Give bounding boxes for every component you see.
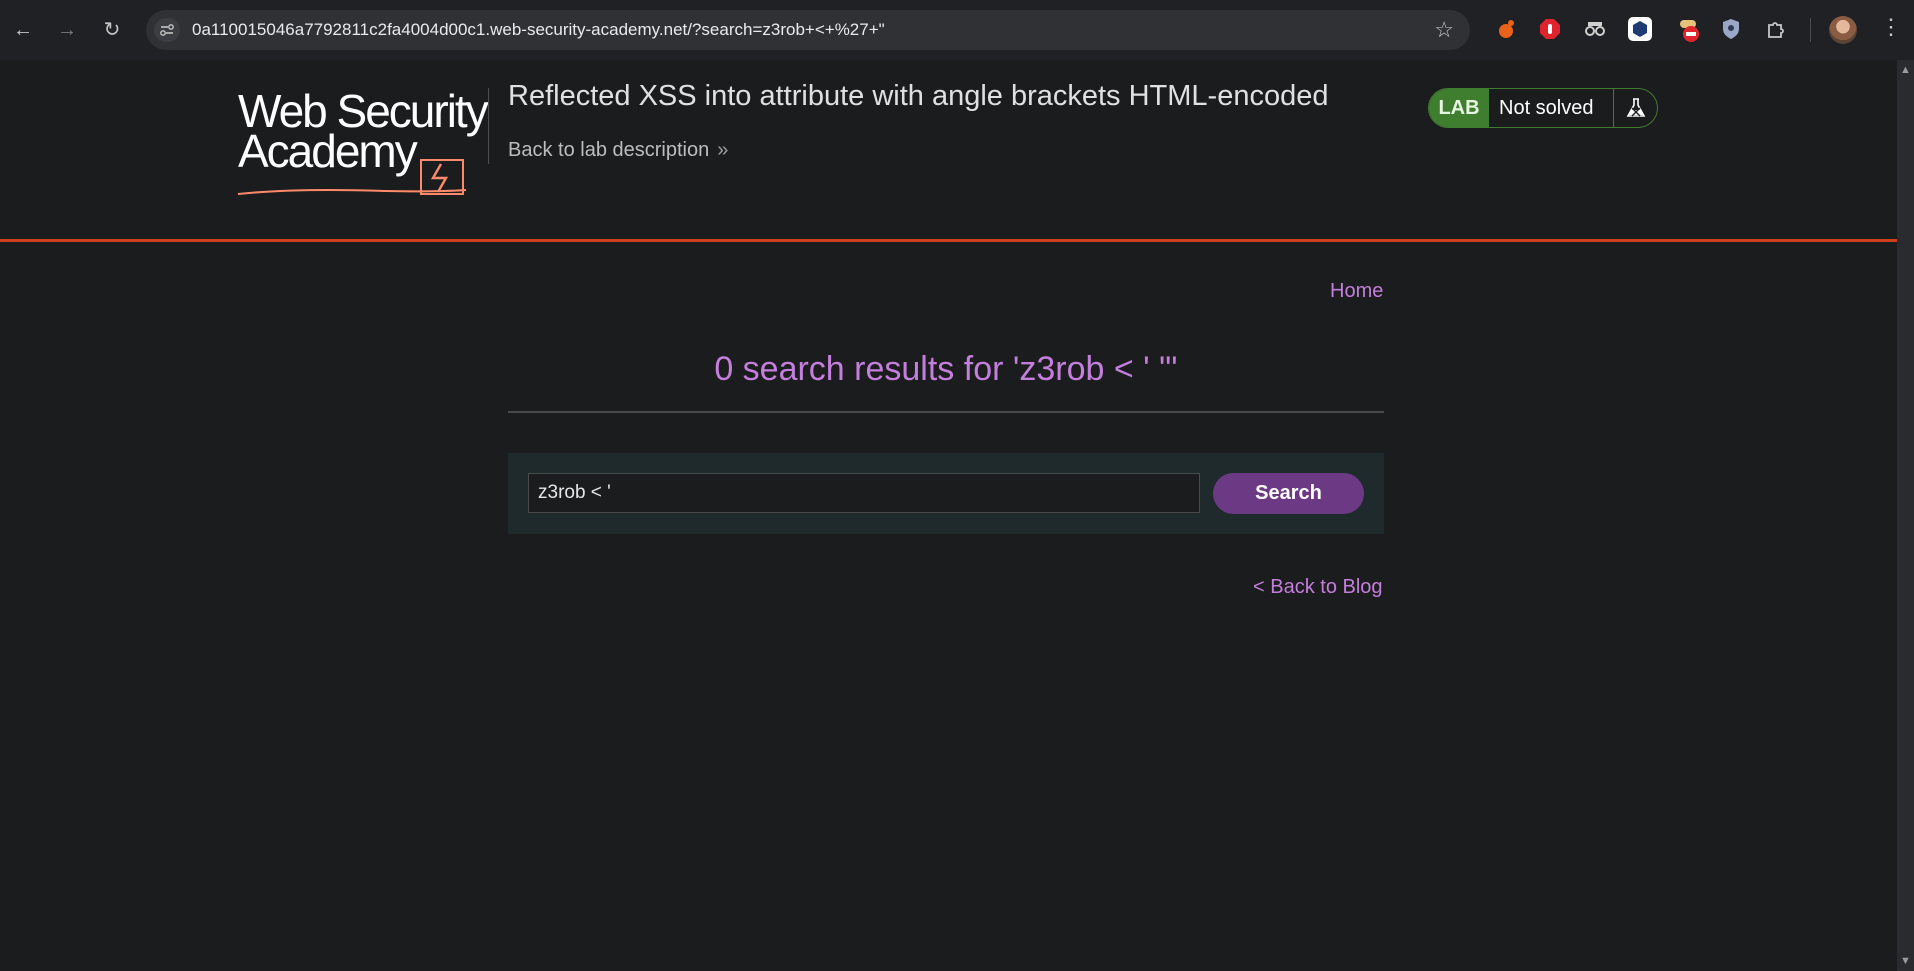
browser-toolbar: ← → ↻ 0a110015046a7792811c2fa4004d00c1.w… (0, 0, 1914, 61)
forward-arrow-icon[interactable]: → (54, 17, 80, 43)
extension-hat-icon[interactable] (1676, 17, 1700, 42)
reload-icon[interactable]: ↻ (99, 17, 125, 43)
toolbar-divider (1810, 18, 1811, 42)
logo-divider (488, 88, 489, 164)
address-bar[interactable]: 0a110015046a7792811c2fa4004d00c1.web-sec… (146, 10, 1470, 50)
search-input[interactable] (528, 473, 1200, 513)
search-form: Search (508, 453, 1384, 534)
profile-avatar[interactable] (1829, 16, 1857, 44)
web-security-academy-logo[interactable]: Web Security Academy (236, 84, 489, 200)
scroll-up-arrow-icon[interactable]: ▲ (1900, 64, 1911, 76)
extension-cube-icon[interactable] (1628, 17, 1652, 41)
heading-divider (508, 411, 1384, 413)
logo-bolt-icon (237, 159, 467, 195)
back-arrow-icon[interactable]: ← (10, 17, 36, 43)
back-to-blog-link[interactable]: < Back to Blog (1253, 576, 1383, 599)
extension-burp-icon[interactable] (1495, 17, 1519, 41)
lab-header: Web Security Academy Reflected XSS into … (0, 60, 1897, 242)
extensions-puzzle-icon[interactable] (1764, 17, 1788, 41)
lab-title: Reflected XSS into attribute with angle … (508, 80, 1329, 112)
site-info-icon[interactable] (154, 18, 180, 42)
more-menu-icon[interactable]: ⋮ (1880, 14, 1902, 40)
extension-spy-icon[interactable] (1583, 17, 1607, 41)
bookmark-star-icon[interactable]: ☆ (1434, 17, 1454, 43)
page-scrollbar[interactable]: ▲ ▼ (1897, 60, 1914, 971)
extension-shield-icon[interactable] (1719, 17, 1743, 41)
back-to-lab-description-label[interactable]: Back to lab description (508, 139, 709, 161)
search-button[interactable]: Search (1213, 473, 1364, 514)
scroll-down-arrow-icon[interactable]: ▼ (1900, 955, 1911, 967)
extension-adblock-icon[interactable] (1538, 17, 1562, 41)
lab-status-widget: LAB Not solved (1428, 88, 1658, 128)
url-text[interactable]: 0a110015046a7792811c2fa4004d00c1.web-sec… (192, 20, 885, 40)
lab-badge: LAB (1429, 89, 1489, 127)
flask-icon (1613, 89, 1657, 127)
home-link[interactable]: Home (1330, 280, 1383, 303)
lab-status-text: Not solved (1499, 97, 1594, 119)
double-chevron-right-icon: » (717, 139, 729, 161)
back-to-lab-description-link[interactable]: Back to lab description » (508, 139, 728, 162)
search-results-heading: 0 search results for 'z3rob < ' "' (714, 350, 1178, 388)
